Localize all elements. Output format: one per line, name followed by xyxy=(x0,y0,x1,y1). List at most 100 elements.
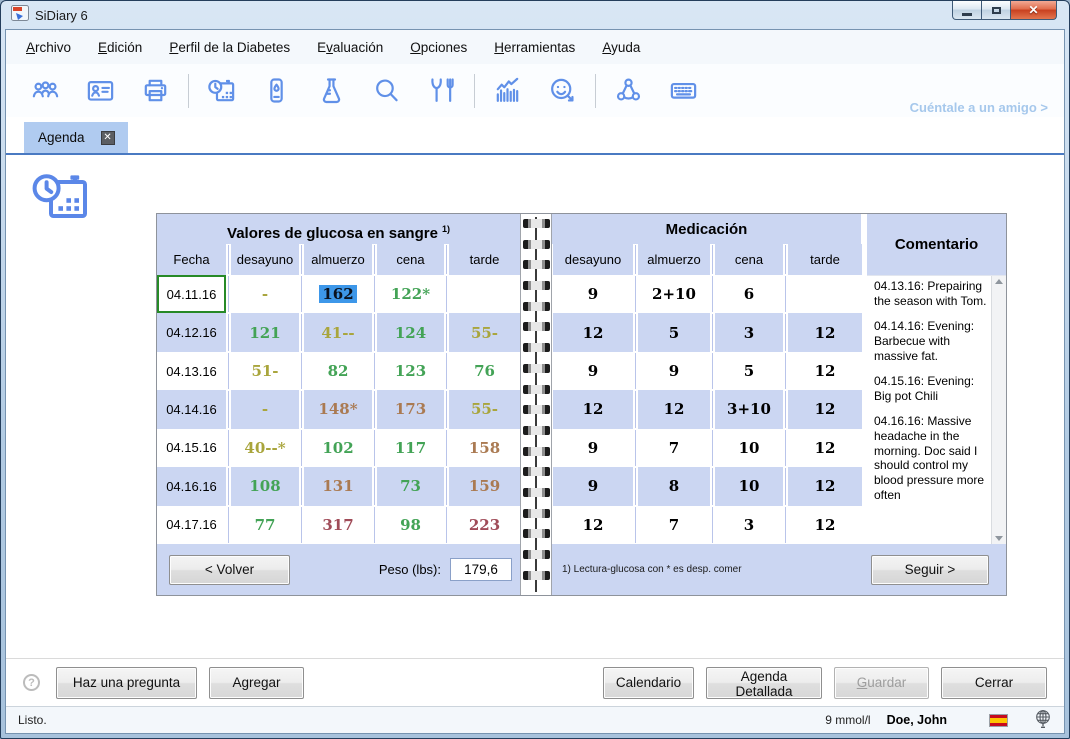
menu-evaluacion[interactable]: Evaluación xyxy=(317,40,383,55)
date-cell[interactable]: 04.12.16 xyxy=(157,313,226,351)
detailed-agenda-button[interactable]: Agenda Detallada xyxy=(706,667,822,699)
date-cell[interactable]: 04.14.16 xyxy=(157,390,226,428)
medication-cell[interactable]: 12 xyxy=(788,467,862,505)
medication-cell[interactable]: 12 xyxy=(553,390,633,428)
keyboard-icon[interactable] xyxy=(656,75,711,106)
medication-cell[interactable]: 9 xyxy=(553,467,633,505)
date-cell[interactable]: 04.13.16 xyxy=(157,352,226,390)
medication-cell[interactable]: 12 xyxy=(788,352,862,390)
menu-archivo[interactable]: Archivo xyxy=(26,40,71,55)
patient-data-icon[interactable] xyxy=(73,75,128,106)
weight-input[interactable] xyxy=(450,558,512,581)
calendar-button[interactable]: Calendario xyxy=(603,667,694,699)
glucose-cell[interactable]: 55- xyxy=(449,390,520,428)
medication-cell[interactable]: 6 xyxy=(715,275,783,313)
wellness-icon[interactable] xyxy=(535,75,590,106)
glucose-cell[interactable]: 40--* xyxy=(231,429,299,467)
glucose-cell[interactable]: - xyxy=(231,275,299,313)
glucose-cell[interactable]: 55- xyxy=(449,313,520,351)
add-button[interactable]: Agregar xyxy=(209,667,304,699)
back-button[interactable]: < Volver xyxy=(169,555,290,585)
close-button[interactable]: Cerrar xyxy=(941,667,1047,699)
device-import-icon[interactable] xyxy=(249,75,304,106)
glucose-cell[interactable]: 148* xyxy=(304,390,372,428)
close-window-button[interactable]: ✕ xyxy=(1011,1,1057,20)
medication-cell[interactable]: 12 xyxy=(638,390,710,428)
medication-cell[interactable]: 12 xyxy=(788,429,862,467)
medication-cell[interactable]: 7 xyxy=(638,429,710,467)
medication-cell[interactable]: 10 xyxy=(715,429,783,467)
glucose-cell[interactable]: 102 xyxy=(304,429,372,467)
medication-cell[interactable]: 7 xyxy=(638,506,710,544)
nutrition-icon[interactable] xyxy=(414,75,469,106)
save-button[interactable]: Guardar xyxy=(834,667,929,699)
medication-cell[interactable]: 9 xyxy=(553,275,633,313)
medication-cell[interactable]: 12 xyxy=(553,313,633,351)
comment-scrollbar[interactable] xyxy=(991,276,1006,544)
share-icon[interactable] xyxy=(601,75,656,106)
title-bar[interactable]: SiDiary 6 ✕ xyxy=(5,1,1065,29)
medication-cell[interactable]: 12 xyxy=(553,506,633,544)
medication-cell[interactable]: 9 xyxy=(553,352,633,390)
help-bubble-icon[interactable]: ? xyxy=(23,674,40,691)
print-icon[interactable] xyxy=(128,75,183,106)
diary-icon[interactable] xyxy=(194,75,249,106)
medication-cell[interactable]: 3 xyxy=(715,506,783,544)
medication-cell[interactable]: 9 xyxy=(638,352,710,390)
glucose-cell[interactable]: 121 xyxy=(231,313,299,351)
menu-ayuda[interactable]: Ayuda xyxy=(602,40,640,55)
glucose-cell[interactable]: 162 xyxy=(304,275,372,313)
glucose-cell[interactable]: 76 xyxy=(449,352,520,390)
glucose-cell[interactable]: 159 xyxy=(449,467,520,505)
glucose-cell[interactable] xyxy=(449,275,520,313)
menu-edicion[interactable]: Edición xyxy=(98,40,142,55)
glucose-cell[interactable]: 122* xyxy=(377,275,444,313)
medication-cell[interactable] xyxy=(788,275,862,313)
glucose-cell[interactable]: - xyxy=(231,390,299,428)
group-icon[interactable] xyxy=(18,75,73,106)
glucose-cell[interactable]: 317 xyxy=(304,506,372,544)
glucose-cell[interactable]: 123 xyxy=(377,352,444,390)
glucose-cell[interactable]: 117 xyxy=(377,429,444,467)
maximize-button[interactable] xyxy=(982,1,1011,20)
glucose-cell[interactable]: 77 xyxy=(231,506,299,544)
glucose-cell[interactable]: 73 xyxy=(377,467,444,505)
spain-flag-icon[interactable] xyxy=(989,714,1008,727)
statistics-icon[interactable] xyxy=(480,75,535,106)
tab-agenda[interactable]: Agenda ✕ xyxy=(24,122,128,153)
glucose-cell[interactable]: 41-- xyxy=(304,313,372,351)
date-cell[interactable]: 04.17.16 xyxy=(157,506,226,544)
medication-cell[interactable]: 3 xyxy=(715,313,783,351)
search-icon[interactable] xyxy=(359,75,414,106)
glucose-cell[interactable]: 82 xyxy=(304,352,372,390)
comment-box[interactable]: 04.13.16: Prepairing the season with Tom… xyxy=(867,275,1006,544)
scroll-down-icon[interactable] xyxy=(995,536,1003,541)
tell-a-friend-link[interactable]: Cuéntale a un amigo > xyxy=(910,100,1048,115)
medication-cell[interactable]: 5 xyxy=(715,352,783,390)
menu-perfil-diabetes[interactable]: Perfil de la Diabetes xyxy=(169,40,290,55)
tab-close-icon[interactable]: ✕ xyxy=(101,131,115,145)
glucose-cell[interactable]: 131 xyxy=(304,467,372,505)
medication-cell[interactable]: 2+10 xyxy=(638,275,710,313)
medication-cell[interactable]: 8 xyxy=(638,467,710,505)
laboratory-icon[interactable] xyxy=(304,75,359,106)
menu-herramientas[interactable]: Herramientas xyxy=(494,40,575,55)
globe-icon[interactable] xyxy=(1034,709,1052,732)
medication-cell[interactable]: 9 xyxy=(553,429,633,467)
medication-cell[interactable]: 12 xyxy=(788,390,862,428)
date-cell[interactable]: 04.11.16 xyxy=(157,275,226,313)
glucose-cell[interactable]: 98 xyxy=(377,506,444,544)
medication-cell[interactable]: 12 xyxy=(788,313,862,351)
minimize-button[interactable] xyxy=(952,1,982,20)
glucose-cell[interactable]: 223 xyxy=(449,506,520,544)
menu-opciones[interactable]: Opciones xyxy=(410,40,467,55)
date-cell[interactable]: 04.16.16 xyxy=(157,467,226,505)
glucose-cell[interactable]: 108 xyxy=(231,467,299,505)
glucose-cell[interactable]: 158 xyxy=(449,429,520,467)
comment-text[interactable]: 04.13.16: Prepairing the season with Tom… xyxy=(867,276,991,544)
next-button[interactable]: Seguir > xyxy=(871,555,989,585)
ask-question-button[interactable]: Haz una pregunta xyxy=(56,667,197,699)
date-cell[interactable]: 04.15.16 xyxy=(157,429,226,467)
medication-cell[interactable]: 3+10 xyxy=(715,390,783,428)
medication-cell[interactable]: 12 xyxy=(788,506,862,544)
